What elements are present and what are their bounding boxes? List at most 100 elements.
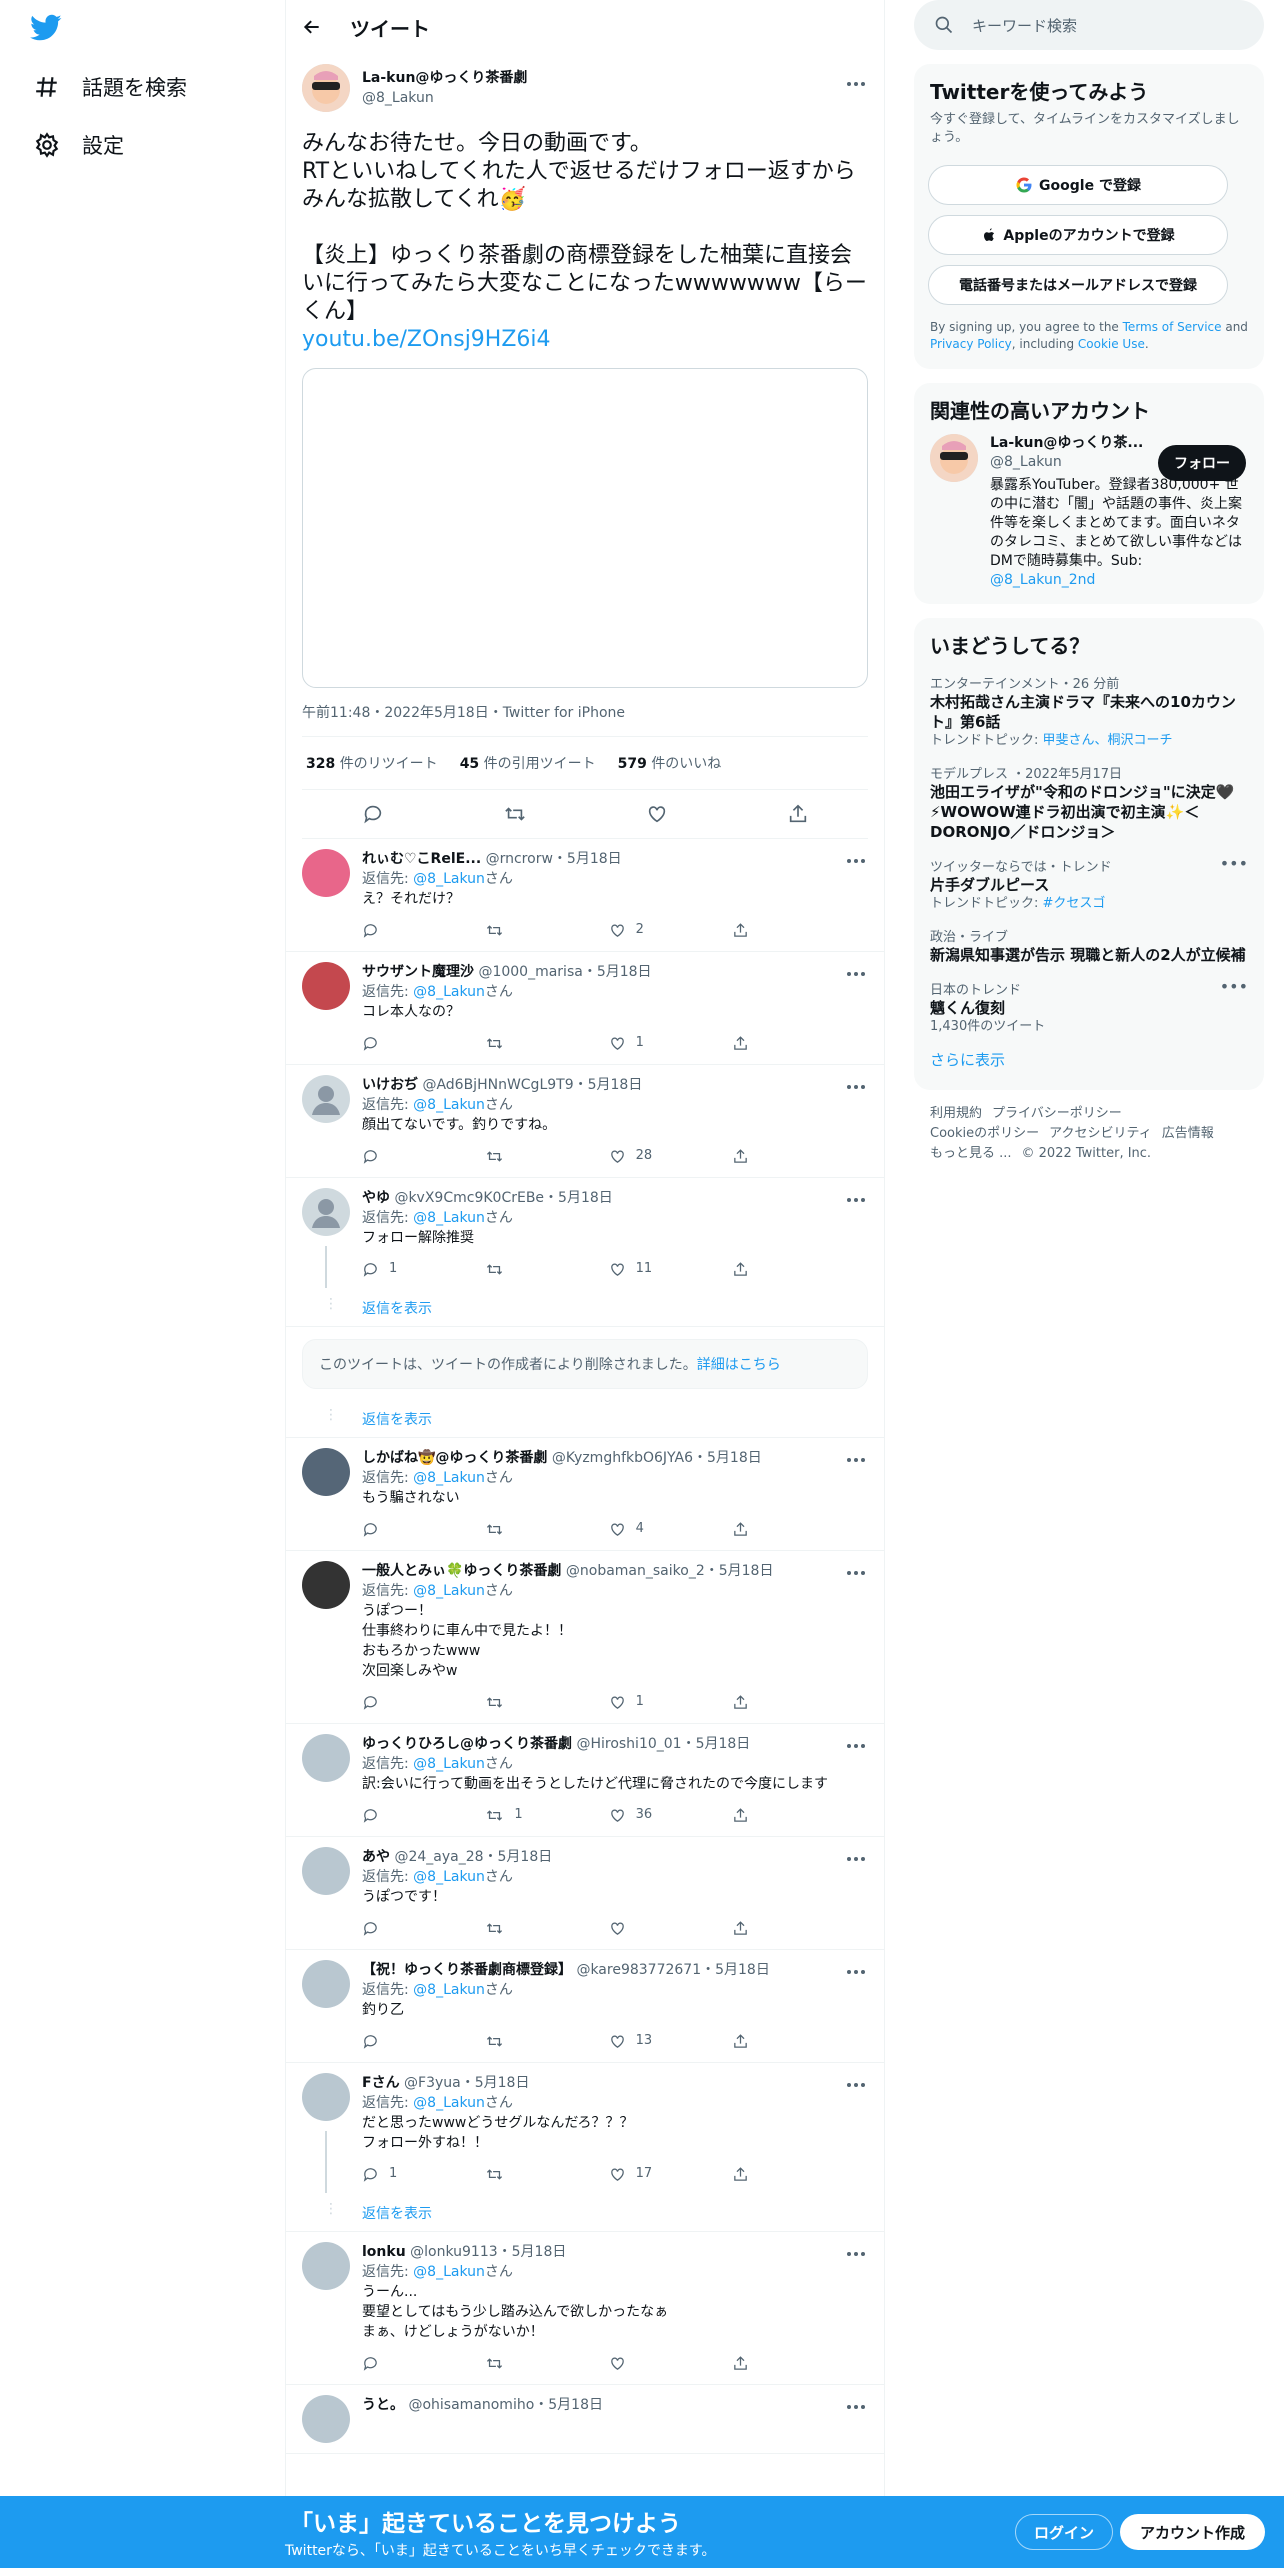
reply-display-name[interactable]: うと。 <box>362 2397 404 2413</box>
more-icon[interactable] <box>846 1734 866 1753</box>
tweet-link[interactable]: youtu.be/ZOnsj9HZ6i4 <box>302 326 868 354</box>
like-icon[interactable]: 1 <box>609 1033 669 1053</box>
more-icon[interactable] <box>846 1561 866 1580</box>
like-icon[interactable] <box>609 2355 669 2372</box>
related-account[interactable]: La-kun@ゆっくり茶... @8_Lakun 暴露系YouTuber。登録者… <box>914 424 1264 590</box>
reply-display-name[interactable]: いけおぢ <box>362 1077 418 1093</box>
reply-icon[interactable] <box>362 1035 422 1052</box>
retweet-icon[interactable] <box>485 1035 545 1052</box>
phone-email-signup-button[interactable]: 電話番号またはメールアドレスで登録 <box>928 265 1228 305</box>
reply-icon[interactable] <box>362 1694 422 1711</box>
more-icon[interactable]: ••• <box>1220 854 1248 873</box>
reply-icon[interactable] <box>362 1148 422 1165</box>
reply-display-name[interactable]: れぃむ♡こRelE... <box>362 851 481 867</box>
share-icon[interactable] <box>732 1920 792 1937</box>
like-icon[interactable] <box>609 1920 669 1937</box>
more-icon[interactable] <box>846 2242 866 2261</box>
reply-icon[interactable] <box>362 1920 422 1937</box>
retweet-icon[interactable] <box>485 2355 545 2372</box>
reply-to-link[interactable]: @8_Lakun <box>413 2095 485 2111</box>
footer-link[interactable]: 広告情報 <box>1162 1126 1214 1141</box>
bio-link[interactable]: @8_Lakun_2nd <box>990 572 1095 588</box>
search-input[interactable]: キーワード検索 <box>972 15 1077 36</box>
avatar[interactable] <box>302 962 350 1010</box>
learn-more-link[interactable]: 詳細はこちら <box>697 1357 781 1373</box>
more-icon[interactable] <box>846 2395 866 2414</box>
search-box[interactable]: キーワード検索 <box>914 0 1264 50</box>
reply-to-link[interactable]: @8_Lakun <box>413 1097 485 1113</box>
avatar[interactable] <box>302 64 350 112</box>
more-icon[interactable] <box>846 849 866 868</box>
more-icon[interactable] <box>846 72 866 91</box>
reply-to-link[interactable]: @8_Lakun <box>413 2264 485 2280</box>
avatar[interactable] <box>302 1847 350 1895</box>
share-icon[interactable] <box>732 922 792 939</box>
twitter-logo-icon[interactable] <box>30 14 62 46</box>
share-icon[interactable] <box>787 803 809 825</box>
reply-to-link[interactable]: @8_Lakun <box>413 1869 485 1885</box>
reply-icon[interactable] <box>362 2355 422 2372</box>
reply-display-name[interactable]: しかばね🤠@ゆっくり茶番劇 <box>362 1450 547 1466</box>
reply-to-link[interactable]: @8_Lakun <box>413 1756 485 1772</box>
share-icon[interactable] <box>732 1261 792 1278</box>
share-icon[interactable] <box>732 2355 792 2372</box>
reply-tweet[interactable]: やゆ @kvX9Cmc9K0CrEBe・5月18日 返信先: @8_Lakunさん… <box>286 1178 884 1290</box>
reply-display-name[interactable]: あや <box>362 1849 390 1865</box>
reply-display-name[interactable]: サウザント魔理沙 <box>362 964 474 980</box>
show-replies-link[interactable]: ⋮ 返信を表示 <box>286 1401 884 1438</box>
more-icon[interactable] <box>846 1448 866 1467</box>
retweet-icon[interactable] <box>485 2033 545 2050</box>
reply-to-link[interactable]: @8_Lakun <box>413 984 485 1000</box>
footer-more[interactable]: もっと見る ... <box>930 1146 1012 1161</box>
more-icon[interactable] <box>846 2073 866 2092</box>
like-icon[interactable]: 13 <box>609 2031 669 2051</box>
retweet-icon[interactable]: 1 <box>485 1805 545 1825</box>
trend-topic-link[interactable]: 甲斐さん、桐沢コーチ <box>1043 733 1173 748</box>
reply-display-name[interactable]: 【祝！ゆっくり茶番劇商標登録】 <box>362 1962 572 1978</box>
avatar[interactable] <box>302 1960 350 2008</box>
nav-settings[interactable]: 設定 <box>34 130 124 160</box>
retweet-icon[interactable] <box>485 1694 545 1711</box>
share-icon[interactable] <box>732 1807 792 1824</box>
tweet-author[interactable]: La-kun@ゆっくり茶番劇 @8_Lakun <box>302 58 868 118</box>
reply-icon[interactable] <box>362 922 422 939</box>
like-icon[interactable]: 4 <box>609 1519 669 1539</box>
footer-link[interactable]: Cookieのポリシー <box>930 1126 1039 1141</box>
reply-display-name[interactable]: やゆ <box>362 1190 390 1206</box>
more-icon[interactable] <box>846 1847 866 1866</box>
retweet-icon[interactable] <box>485 1148 545 1165</box>
avatar[interactable] <box>302 1075 350 1123</box>
footer-link[interactable]: 利用規約 <box>930 1106 982 1121</box>
retweet-count[interactable]: 328 件のリツイート <box>306 753 438 773</box>
avatar[interactable] <box>302 2242 350 2290</box>
show-replies-link[interactable]: ⋮ 返信を表示 <box>286 2195 884 2232</box>
create-account-button[interactable]: アカウント作成 <box>1120 2514 1266 2550</box>
reply-display-name[interactable]: lonku <box>362 2244 406 2260</box>
reply-tweet[interactable]: しかばね🤠@ゆっくり茶番劇 @KyzmghfkbO6JYA6・5月18日 返信先:… <box>286 1438 884 1551</box>
reply-tweet[interactable]: 一般人とみぃ🍀ゆっくり茶番劇 @nobaman_saiko_2・5月18日 返信先… <box>286 1551 884 1724</box>
reply-tweet[interactable]: いけおぢ @Ad6BjHNnWCgL9T9・5月18日 返信先: @8_Lakun… <box>286 1065 884 1178</box>
share-icon[interactable] <box>732 1694 792 1711</box>
trend-item[interactable]: 政治・ライブ 新潟県知事選が告示 現職と新人の2人が立候補 <box>914 912 1264 965</box>
avatar[interactable] <box>302 1448 350 1496</box>
back-arrow-icon[interactable] <box>302 17 322 37</box>
more-icon[interactable]: ••• <box>1220 977 1248 996</box>
retweet-icon[interactable] <box>485 1261 545 1278</box>
reply-icon[interactable]: 1 <box>362 2164 422 2184</box>
retweet-icon[interactable] <box>485 1920 545 1937</box>
like-icon[interactable]: 36 <box>609 1805 669 1825</box>
apple-signup-button[interactable]: Appleのアカウントで登録 <box>928 215 1228 255</box>
google-signup-button[interactable]: Google で登録 <box>928 165 1228 205</box>
avatar[interactable] <box>302 849 350 897</box>
more-icon[interactable] <box>846 962 866 981</box>
retweet-icon[interactable] <box>485 922 545 939</box>
reply-tweet[interactable]: lonku @lonku9113・5月18日 返信先: @8_Lakunさん うーん… <box>286 2232 884 2385</box>
quote-count[interactable]: 45 件の引用ツイート <box>460 753 596 773</box>
trend-item[interactable]: モデルプレス ・2022年5月17日 池田エライザが"令和のドロンジョ"に決定🖤⚡… <box>914 749 1264 842</box>
share-icon[interactable] <box>732 1148 792 1165</box>
login-button[interactable]: ログイン <box>1015 2514 1114 2550</box>
reply-display-name[interactable]: Fさん <box>362 2075 400 2091</box>
like-icon[interactable]: 1 <box>609 1692 669 1712</box>
media-card[interactable] <box>302 368 868 688</box>
reply-tweet[interactable]: ゆっくりひろし@ゆっくり茶番劇 @Hiroshi10_01・5月18日 返信先: … <box>286 1724 884 1837</box>
